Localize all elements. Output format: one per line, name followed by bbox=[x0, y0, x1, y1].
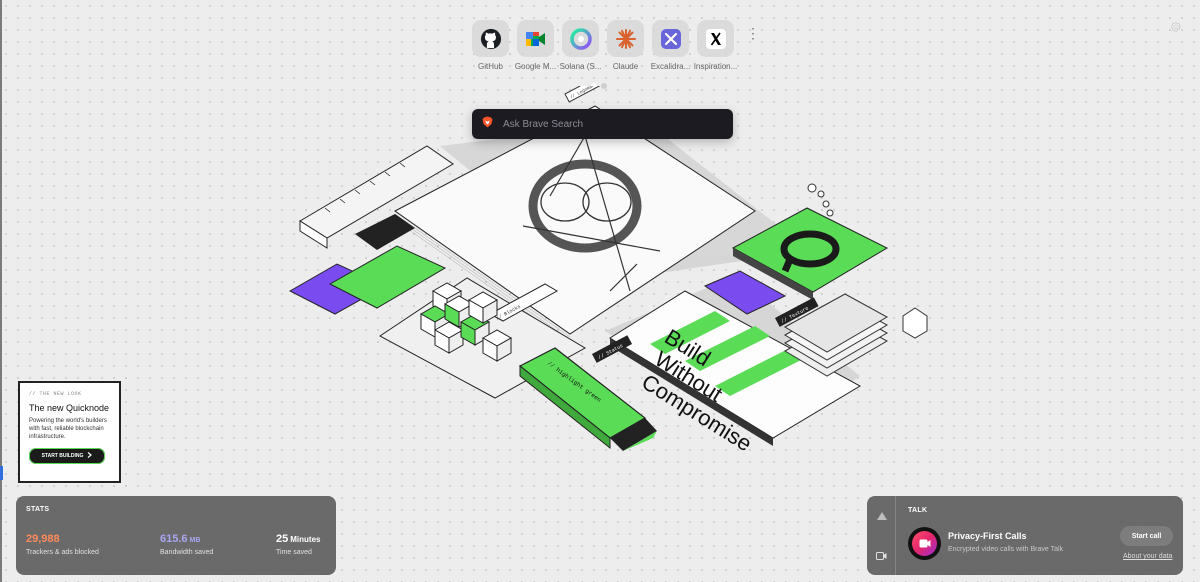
talk-widget: TALK Privacy-First Calls Encrypted video… bbox=[867, 496, 1183, 575]
hexagon-graphic bbox=[902, 307, 928, 339]
stat-caption: Trackers & ads blocked bbox=[26, 549, 99, 556]
solana-icon bbox=[562, 20, 599, 57]
sponsored-card[interactable]: // THE NEW LOOK The new Quicknode Poweri… bbox=[18, 381, 121, 483]
google-meet-icon bbox=[517, 20, 554, 57]
top-site-inspiration[interactable]: Inspiration... bbox=[694, 20, 737, 71]
site-label: Google M... bbox=[514, 62, 557, 71]
site-label: Claude bbox=[612, 62, 639, 71]
stat-time: 25 Minutes Time saved bbox=[276, 533, 320, 556]
top-sites-more-button[interactable]: ⋮ bbox=[746, 26, 760, 40]
search-input[interactable] bbox=[503, 118, 713, 130]
about-your-data-link[interactable]: About your data bbox=[1123, 553, 1172, 560]
left-window-edge bbox=[0, 0, 2, 582]
chevron-right-icon bbox=[87, 452, 93, 460]
talk-heading: Privacy-First Calls bbox=[948, 531, 1027, 541]
github-icon bbox=[472, 20, 509, 57]
stat-value: 29,988 bbox=[26, 533, 60, 545]
rail-alert-button[interactable] bbox=[867, 496, 896, 535]
claude-icon bbox=[607, 20, 644, 57]
site-label: Solana (S... bbox=[559, 62, 602, 71]
stats-widget: STATS 29,988 Trackers & ads blocked 615.… bbox=[16, 496, 336, 575]
left-edge-marker bbox=[0, 466, 3, 480]
tag-logo: // Logomark bbox=[569, 86, 598, 101]
settings-gear-icon[interactable] bbox=[1170, 20, 1182, 38]
site-label: Inspiration... bbox=[693, 62, 738, 71]
top-site-excalidraw[interactable]: Excalidra... bbox=[651, 20, 690, 71]
triangle-icon bbox=[876, 507, 887, 525]
top-sites: GitHub Google M... Solana (S... Claude E… bbox=[472, 20, 737, 71]
stat-value: 25 Minutes bbox=[276, 533, 321, 545]
stat-caption: Time saved bbox=[276, 549, 312, 556]
site-label: GitHub bbox=[478, 62, 503, 71]
start-call-button[interactable]: Start call bbox=[1120, 526, 1173, 546]
sponsor-title: The new Quicknode bbox=[29, 403, 110, 413]
talk-subtitle: Encrypted video calls with Brave Talk bbox=[948, 546, 1064, 553]
search-bar[interactable] bbox=[472, 109, 733, 139]
excalidraw-icon bbox=[652, 20, 689, 57]
sponsor-description: Powering the world's builders with fast,… bbox=[29, 418, 107, 440]
brave-lion-icon bbox=[482, 115, 493, 133]
brave-talk-icon bbox=[908, 527, 941, 560]
widget-rail bbox=[867, 496, 896, 575]
stat-bandwidth: 615.6 MB Bandwidth saved bbox=[160, 533, 213, 556]
sponsor-kicker: // THE NEW LOOK bbox=[29, 391, 82, 397]
rail-talk-button[interactable] bbox=[867, 536, 896, 575]
start-building-button[interactable]: START BUILDING bbox=[29, 448, 105, 464]
top-site-github[interactable]: GitHub bbox=[472, 20, 509, 71]
stat-caption: Bandwidth saved bbox=[160, 549, 214, 556]
x-icon bbox=[697, 20, 734, 57]
top-site-google-meet[interactable]: Google M... bbox=[515, 20, 556, 71]
stat-trackers: 29,988 Trackers & ads blocked bbox=[26, 533, 99, 556]
talk-title: TALK bbox=[908, 507, 928, 514]
video-camera-icon bbox=[876, 547, 887, 565]
stats-title: STATS bbox=[26, 506, 50, 513]
hero-illustration: Build Without Compromise // Texture // B… bbox=[288, 86, 928, 456]
top-site-solana[interactable]: Solana (S... bbox=[560, 20, 601, 71]
site-label: Excalidra... bbox=[650, 62, 691, 71]
stat-value: 615.6 MB bbox=[160, 533, 201, 545]
top-site-claude[interactable]: Claude bbox=[607, 20, 644, 71]
cta-label: START BUILDING bbox=[41, 453, 84, 459]
